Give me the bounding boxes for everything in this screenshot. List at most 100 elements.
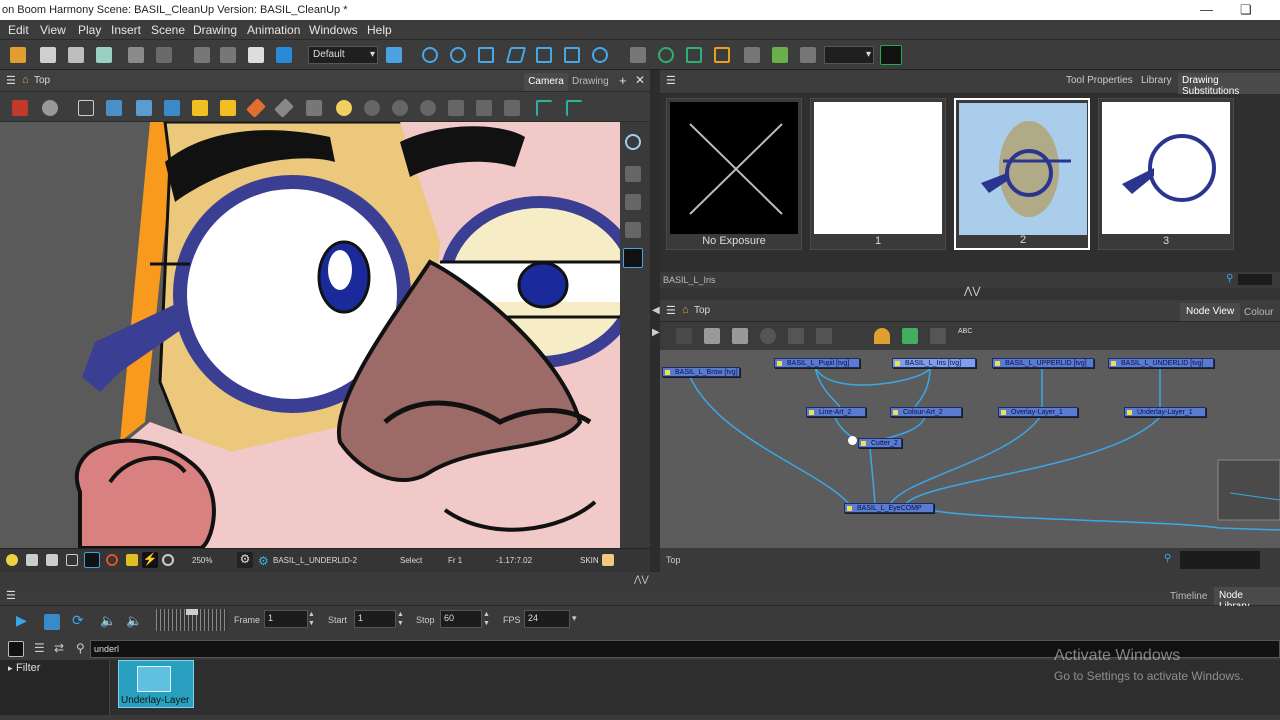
gear-icon[interactable]: ⚙ — [237, 552, 253, 568]
node-underlay-layer[interactable]: Underlay-Layer_1 — [1124, 407, 1206, 417]
workspace-select[interactable]: Default ▾ — [308, 46, 378, 64]
menu-icon[interactable]: ☰ — [6, 589, 16, 602]
comp-node-icon[interactable] — [816, 328, 832, 344]
ruler-icon[interactable] — [274, 98, 294, 118]
skin-swatch[interactable] — [602, 554, 614, 566]
tab-colour[interactable]: Colour — [1244, 307, 1273, 318]
scale-icon[interactable] — [478, 47, 494, 63]
menu-play[interactable]: Play — [78, 23, 101, 37]
node-search-input[interactable] — [1180, 551, 1260, 569]
library-item-underlay-layer[interactable]: Underlay-Layer — [118, 660, 194, 708]
tab-drawing[interactable]: Drawing — [572, 76, 609, 87]
slider-handle[interactable] — [186, 609, 198, 615]
export-icon[interactable] — [96, 47, 112, 63]
first-frame-icon[interactable] — [44, 614, 60, 630]
stack-icon[interactable] — [476, 100, 492, 116]
node-eye-comp[interactable]: BASIL_L_EyeCOMP — [844, 503, 934, 513]
node-brow[interactable]: BASIL_L_Brow [tvg] — [662, 367, 740, 377]
camera-canvas[interactable] — [0, 122, 620, 548]
render-view-icon[interactable] — [46, 554, 58, 566]
start-spinner-icon[interactable]: ▲ ▼ — [397, 610, 404, 628]
collapse-right-icon[interactable]: ▶ — [652, 327, 660, 338]
disc3-icon[interactable] — [420, 100, 436, 116]
deform-icon[interactable] — [630, 47, 646, 63]
node-cutter[interactable]: Cutter_2 — [858, 438, 902, 448]
tab-library[interactable]: Library — [1137, 75, 1176, 86]
menu-edit[interactable]: Edit — [8, 23, 29, 37]
node-iris[interactable]: BASIL_L_Iris [tvg] — [892, 358, 976, 368]
rename-icon[interactable]: ABC — [958, 328, 974, 344]
menu-windows[interactable]: Windows — [309, 23, 358, 37]
sound-scrub-icon[interactable]: 🔈 — [126, 613, 142, 629]
bulb-icon[interactable] — [336, 100, 352, 116]
thumbnail-2-selected[interactable]: 2 — [954, 98, 1090, 250]
tree-icon[interactable] — [902, 328, 918, 344]
menu-animation[interactable]: Animation — [247, 23, 300, 37]
layer-stack-icon[interactable] — [625, 166, 641, 182]
grid-icon[interactable] — [78, 100, 94, 116]
frame-icon[interactable] — [66, 554, 78, 566]
thumbnail-1[interactable]: 1 — [810, 98, 946, 250]
collapse-up-icon[interactable]: ⋀⋁ — [964, 286, 980, 297]
safe-area-icon[interactable] — [106, 100, 122, 116]
playback-speed-slider[interactable] — [156, 609, 228, 631]
menu-insert[interactable]: Insert — [111, 23, 141, 37]
layer-active-icon[interactable] — [623, 248, 643, 268]
pencil-icon[interactable] — [246, 98, 266, 118]
lock-all-icon[interactable] — [220, 100, 236, 116]
node-underlid[interactable]: BASIL_L_UNDERLID [tvg] — [1108, 358, 1214, 368]
restore-icon[interactable]: ❏ — [1240, 2, 1252, 18]
enable-icon[interactable] — [760, 328, 776, 344]
tab-node-view[interactable]: Node View — [1180, 303, 1241, 321]
play-icon[interactable]: ▶ — [16, 612, 27, 629]
expand-view-icon[interactable]: ⋀⋁ — [634, 574, 649, 585]
envelope-icon[interactable] — [714, 47, 730, 63]
run-icon[interactable] — [880, 45, 902, 65]
clipboard-icon[interactable] — [248, 47, 264, 63]
skew-icon[interactable] — [505, 47, 527, 63]
node-colour-art[interactable]: Colour-Art_2 — [890, 407, 962, 417]
tab-camera[interactable]: Camera — [524, 73, 568, 91]
group-icon[interactable] — [704, 328, 720, 344]
loop-icon[interactable]: ⟳ — [72, 612, 84, 629]
disc2-icon[interactable] — [392, 100, 408, 116]
import-icon[interactable] — [164, 100, 180, 116]
offset-icon[interactable] — [744, 47, 760, 63]
layers-icon[interactable] — [448, 100, 464, 116]
settings-gear-icon[interactable] — [42, 100, 58, 116]
search-icon[interactable]: ⚲ — [1164, 553, 1171, 564]
stamp-icon[interactable] — [306, 100, 322, 116]
curve-icon[interactable] — [686, 47, 702, 63]
node-navigator[interactable] — [1217, 459, 1280, 521]
view-mode-icon[interactable] — [8, 641, 24, 657]
undo-icon[interactable] — [128, 47, 144, 63]
stop-spinner-icon[interactable]: ▲ ▼ — [483, 610, 490, 628]
colour-card-icon[interactable] — [874, 328, 890, 344]
cleanup-icon[interactable] — [788, 328, 804, 344]
disc-icon[interactable] — [364, 100, 380, 116]
save-as-icon[interactable] — [68, 47, 84, 63]
add-keyframe-icon[interactable] — [772, 47, 788, 63]
thumbnail-size-slider[interactable] — [1238, 274, 1272, 285]
peg-icon[interactable] — [422, 47, 438, 63]
layer-stack3-icon[interactable] — [625, 222, 641, 238]
frame-spinner-icon[interactable]: ▲ ▼ — [308, 610, 315, 628]
lock-icon[interactable] — [192, 100, 208, 116]
add-peg2-icon[interactable] — [566, 100, 582, 116]
brush-icon[interactable] — [12, 100, 28, 116]
add-peg-icon[interactable] — [536, 100, 552, 116]
tab-tool-properties[interactable]: Tool Properties — [1062, 75, 1137, 86]
close-icon[interactable]: ✕ — [635, 73, 645, 87]
filter-icon[interactable]: ⇄ — [54, 641, 64, 655]
tab-node-library[interactable]: Node Library — [1214, 587, 1280, 612]
ik-icon[interactable] — [592, 47, 608, 63]
stop-input[interactable]: 60 — [440, 610, 482, 628]
lock-small-icon[interactable] — [126, 554, 138, 566]
tab-timeline[interactable]: Timeline — [1170, 591, 1207, 602]
node-graph[interactable]: BASIL_L_Brow [tvg] BASIL_L_Pupil [tvg] B… — [660, 350, 1280, 548]
workspace-save-icon[interactable] — [386, 47, 402, 63]
menu-scene[interactable]: Scene — [151, 23, 185, 37]
peg-node-icon[interactable] — [676, 328, 692, 344]
onion-skin-icon[interactable] — [136, 100, 152, 116]
node-line-art[interactable]: Line-Art_2 — [806, 407, 866, 417]
